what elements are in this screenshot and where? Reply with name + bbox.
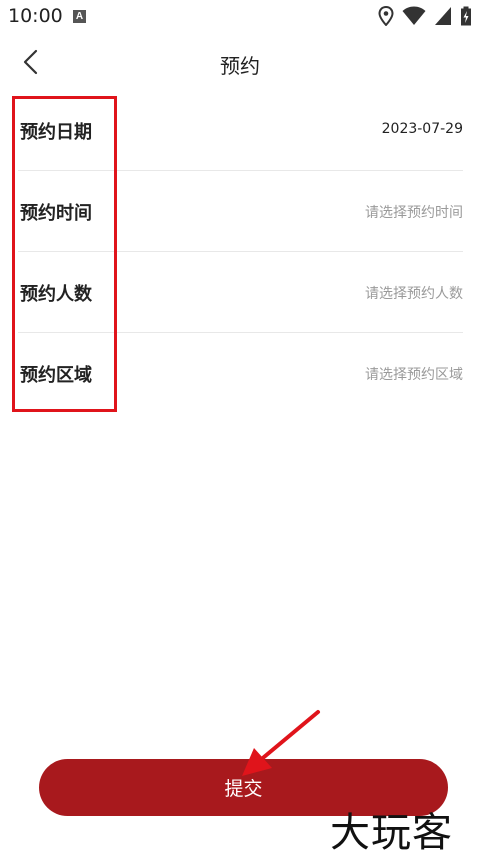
row-label: 预约时间 <box>20 203 92 224</box>
page-title: 预约 <box>220 54 260 78</box>
cell-signal-icon <box>435 7 451 25</box>
row-placeholder: 请选择预约区域 <box>365 367 463 383</box>
status-icons <box>378 6 472 26</box>
row-placeholder: 请选择预约人数 <box>365 286 463 302</box>
reservation-form: 预约日期 2023-07-29 预约时间 请选择预约时间 预约人数 请选择预约人… <box>0 90 480 414</box>
row-placeholder: 请选择预约时间 <box>365 205 463 221</box>
watermark-logo: 大玩客 <box>330 810 453 856</box>
row-reservation-time[interactable]: 预约时间 请选择预约时间 <box>18 171 463 252</box>
status-bar: 10:00 A <box>0 0 480 34</box>
app-header: 预约 <box>0 34 480 90</box>
location-icon <box>378 6 394 26</box>
row-label: 预约人数 <box>20 284 92 305</box>
row-label: 预约区域 <box>20 365 92 386</box>
wifi-icon <box>402 6 426 25</box>
row-reservation-area[interactable]: 预约区域 请选择预约区域 <box>18 333 463 414</box>
notification-badge-icon: A <box>73 10 86 23</box>
status-time: 10:00 <box>8 5 63 27</box>
row-party-size[interactable]: 预约人数 请选择预约人数 <box>18 252 463 333</box>
row-reservation-date[interactable]: 预约日期 2023-07-29 <box>18 90 463 171</box>
row-label: 预约日期 <box>20 122 92 143</box>
row-value: 2023-07-29 <box>381 121 463 137</box>
battery-icon <box>461 6 471 26</box>
